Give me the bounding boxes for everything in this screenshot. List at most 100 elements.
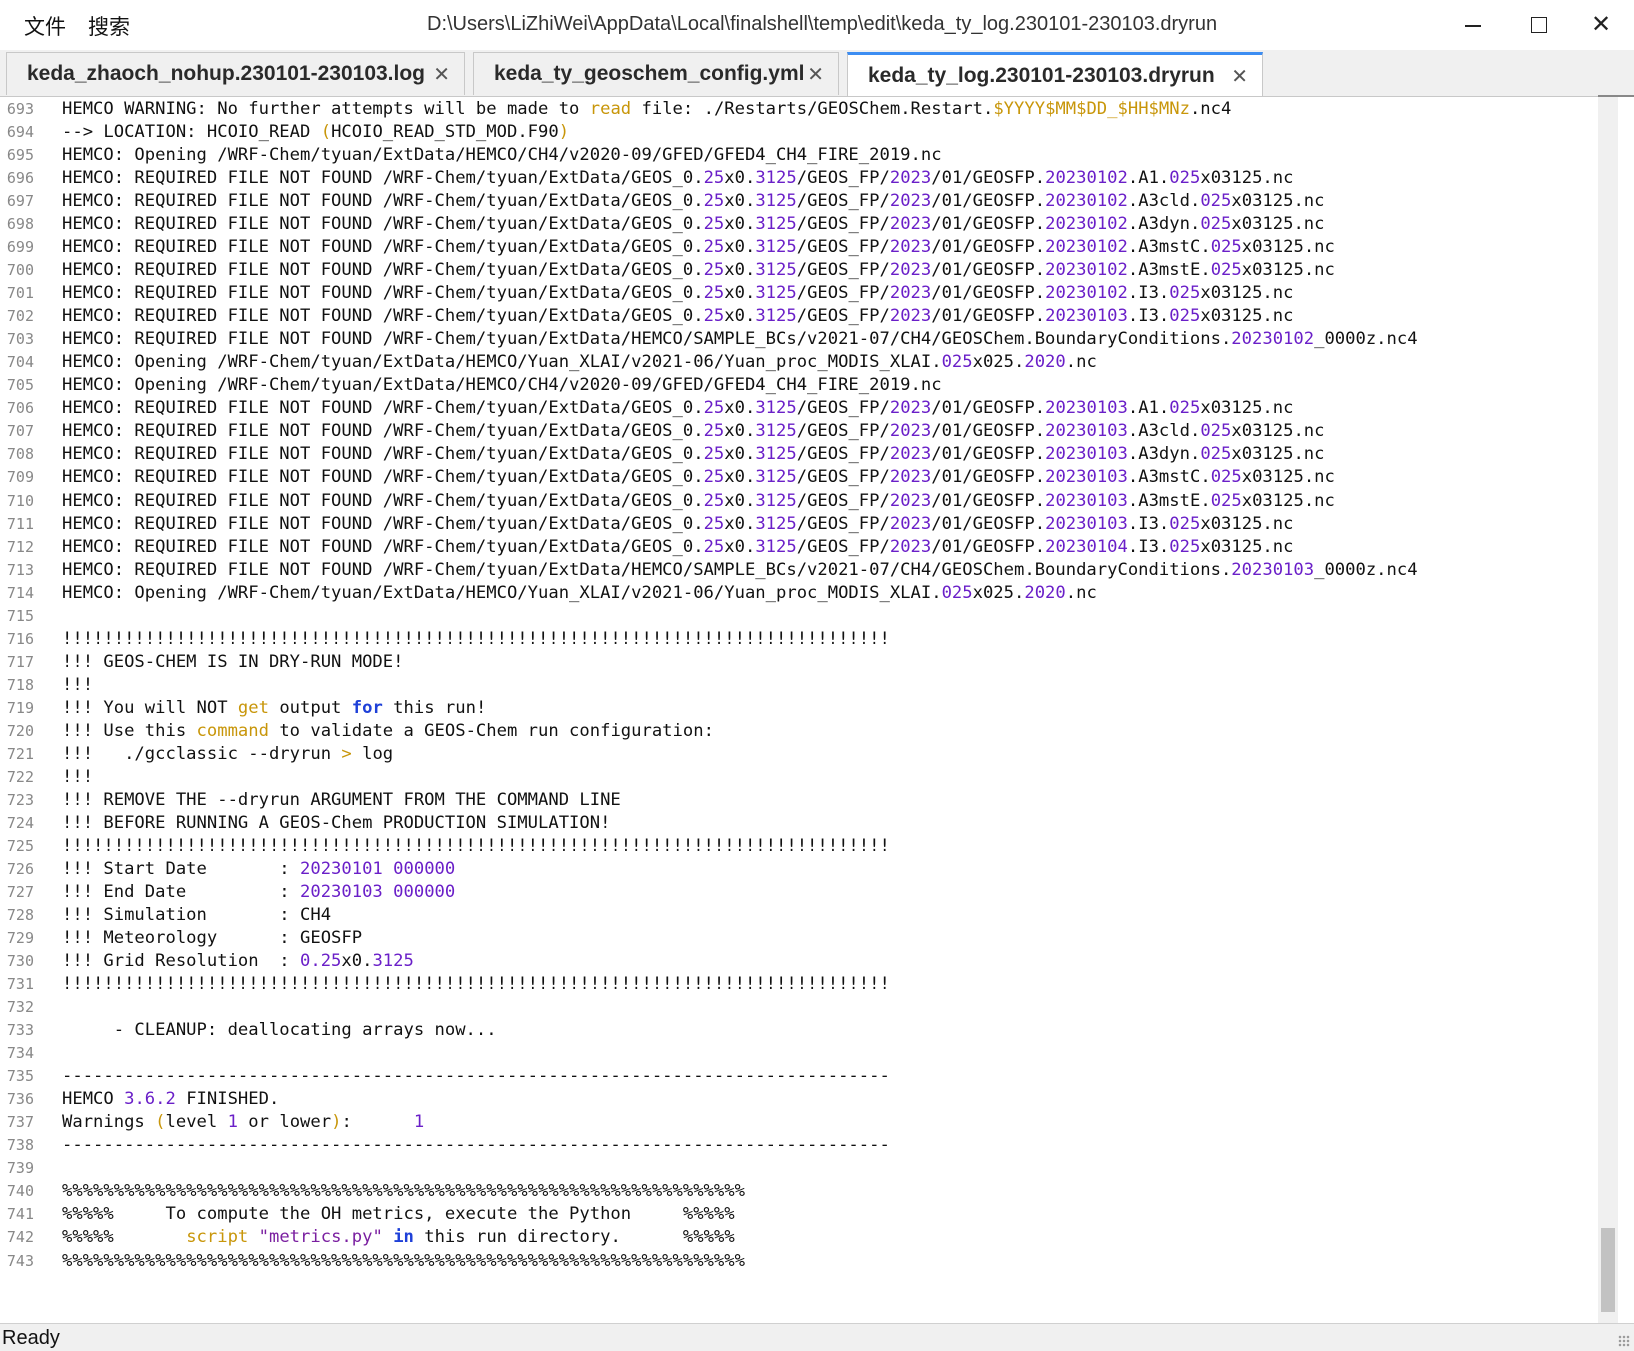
tab-close-icon[interactable]: ✕: [433, 62, 450, 87]
editor-line[interactable]: 718!!!: [0, 673, 1598, 697]
line-text: HEMCO: Opening /WRF-Chem/tyuan/ExtData/H…: [62, 375, 942, 396]
editor-line[interactable]: 711 HEMCO: REQUIRED FILE NOT FOUND /WRF-C…: [0, 512, 1598, 536]
editor-line[interactable]: 734: [0, 1041, 1598, 1065]
line-number: 694: [6, 123, 34, 142]
line-number: 697: [6, 192, 34, 211]
line-text: %%%%%%%%%%%%%%%%%%%%%%%%%%%%%%%%%%%%%%%%…: [62, 1250, 745, 1271]
line-number: 703: [6, 330, 34, 349]
editor-line[interactable]: 693 HEMCO WARNING: No further attempts wi…: [0, 97, 1598, 121]
editor-line[interactable]: 720 !!! Use this command to validate a GE…: [0, 719, 1598, 743]
editor-line[interactable]: 741 %%%%% To compute the OH metrics, exec…: [0, 1202, 1598, 1226]
editor-line[interactable]: 698 HEMCO: REQUIRED FILE NOT FOUND /WRF-C…: [0, 212, 1598, 236]
editor-line[interactable]: 704 HEMCO: Opening /WRF-Chem/tyuan/ExtDat…: [0, 350, 1598, 374]
editor-line[interactable]: 735 -------------------------------------…: [0, 1064, 1598, 1088]
minimize-icon: [1465, 25, 1481, 27]
line-text: HEMCO: REQUIRED FILE NOT FOUND /WRF-Chem…: [62, 398, 1294, 419]
line-text: HEMCO: REQUIRED FILE NOT FOUND /WRF-Chem…: [62, 559, 1418, 580]
editor-line[interactable]: 703 HEMCO: REQUIRED FILE NOT FOUND /WRF-C…: [0, 327, 1598, 351]
editor-line[interactable]: 743%%%%%%%%%%%%%%%%%%%%%%%%%%%%%%%%%%%%%…: [0, 1249, 1598, 1273]
line-text: ----------------------------------------…: [62, 1066, 890, 1087]
minimize-button[interactable]: [1440, 0, 1506, 50]
editor-line[interactable]: 708 HEMCO: REQUIRED FILE NOT FOUND /WRF-C…: [0, 442, 1598, 466]
editor-line[interactable]: 723 !!! REMOVE THE --dryrun ARGUMENT FROM…: [0, 788, 1598, 812]
line-number: 718: [6, 675, 34, 694]
line-text: HEMCO: REQUIRED FILE NOT FOUND /WRF-Chem…: [62, 490, 1335, 511]
editor-line[interactable]: 742 %%%%% script "metrics.py" in this run…: [0, 1225, 1598, 1249]
editor-line[interactable]: 694 --> LOCATION: HCOIO_READ (HCOIO_READ_…: [0, 120, 1598, 144]
editor-line[interactable]: 713 HEMCO: REQUIRED FILE NOT FOUND /WRF-C…: [0, 558, 1598, 582]
line-number: 695: [6, 146, 34, 165]
editor-line[interactable]: 721 !!! ./gcclassic --dryrun > log: [0, 742, 1598, 766]
close-window-button[interactable]: ✕: [1568, 0, 1634, 50]
editor-line[interactable]: 737 Warnings (level 1 or lower): 1: [0, 1110, 1598, 1134]
editor-line[interactable]: 697 HEMCO: REQUIRED FILE NOT FOUND /WRF-C…: [0, 189, 1598, 213]
line-number: 719: [6, 698, 34, 717]
line-number: 696: [6, 169, 34, 188]
editor-line[interactable]: 739: [0, 1156, 1598, 1180]
line-number: 738: [6, 1136, 34, 1155]
editor-line[interactable]: 714 HEMCO: Opening /WRF-Chem/tyuan/ExtDat…: [0, 581, 1598, 605]
editor-line[interactable]: 709 HEMCO: REQUIRED FILE NOT FOUND /WRF-C…: [0, 465, 1598, 489]
editor-line[interactable]: 710 HEMCO: REQUIRED FILE NOT FOUND /WRF-C…: [0, 489, 1598, 513]
editor-line[interactable]: 731!!!!!!!!!!!!!!!!!!!!!!!!!!!!!!!!!!!!!…: [0, 972, 1598, 996]
tab-geoschem-config[interactable]: keda_ty_geoschem_config.yml ✕: [473, 52, 839, 95]
line-text: HEMCO: REQUIRED FILE NOT FOUND /WRF-Chem…: [62, 214, 1325, 235]
tab-nohup-log[interactable]: keda_zhaoch_nohup.230101-230103.log ✕: [6, 52, 465, 95]
tab-close-icon[interactable]: ✕: [807, 62, 824, 87]
editor-line[interactable]: 722!!!: [0, 765, 1598, 789]
line-number: 727: [6, 883, 34, 902]
editor-line[interactable]: 705 HEMCO: Opening /WRF-Chem/tyuan/ExtDat…: [0, 373, 1598, 397]
scrollbar-thumb[interactable]: [1601, 1228, 1615, 1312]
editor-line[interactable]: 712 HEMCO: REQUIRED FILE NOT FOUND /WRF-C…: [0, 535, 1598, 559]
line-text: HEMCO: REQUIRED FILE NOT FOUND /WRF-Chem…: [62, 467, 1335, 488]
editor-line[interactable]: 702 HEMCO: REQUIRED FILE NOT FOUND /WRF-C…: [0, 304, 1598, 328]
editor-line[interactable]: 707 HEMCO: REQUIRED FILE NOT FOUND /WRF-C…: [0, 419, 1598, 443]
editor-line[interactable]: 719 !!! You will NOT get output for this …: [0, 696, 1598, 720]
editor-line[interactable]: 724 !!! BEFORE RUNNING A GEOS-Chem PRODUC…: [0, 811, 1598, 835]
line-text: HEMCO WARNING: No further attempts will …: [62, 99, 1232, 119]
editor-line[interactable]: 715: [0, 604, 1598, 628]
line-number: 713: [6, 560, 34, 579]
vertical-scrollbar[interactable]: [1598, 97, 1618, 1323]
line-number: 709: [6, 468, 34, 487]
editor-line[interactable]: 725!!!!!!!!!!!!!!!!!!!!!!!!!!!!!!!!!!!!!…: [0, 834, 1598, 858]
tab-label: keda_zhaoch_nohup.230101-230103.log: [27, 62, 426, 85]
editor-line[interactable]: 717 !!! GEOS-CHEM IS IN DRY-RUN MODE!: [0, 650, 1598, 674]
line-number: 710: [6, 491, 34, 510]
editor-line[interactable]: 695 HEMCO: Opening /WRF-Chem/tyuan/ExtDat…: [0, 143, 1598, 167]
editor-line[interactable]: 699 HEMCO: REQUIRED FILE NOT FOUND /WRF-C…: [0, 235, 1598, 259]
line-number: 723: [6, 790, 34, 809]
line-number: 708: [6, 445, 34, 464]
line-text: HEMCO: REQUIRED FILE NOT FOUND /WRF-Chem…: [62, 536, 1294, 557]
editor-line[interactable]: 696 HEMCO: REQUIRED FILE NOT FOUND /WRF-C…: [0, 166, 1598, 190]
editor-line[interactable]: 740%%%%%%%%%%%%%%%%%%%%%%%%%%%%%%%%%%%%%…: [0, 1179, 1598, 1203]
resize-grip-icon[interactable]: [1618, 1335, 1630, 1347]
line-text: !!!!!!!!!!!!!!!!!!!!!!!!!!!!!!!!!!!!!!!!…: [62, 974, 890, 995]
editor-line[interactable]: 736 HEMCO 3.6.2 FINISHED.: [0, 1087, 1598, 1111]
editor-line[interactable]: 729 !!! Meteorology : GEOSFP: [0, 926, 1598, 950]
tab-label: keda_ty_log.230101-230103.dryrun: [868, 64, 1215, 87]
tab-close-icon[interactable]: ✕: [1231, 64, 1248, 89]
editor-line[interactable]: 716!!!!!!!!!!!!!!!!!!!!!!!!!!!!!!!!!!!!!…: [0, 627, 1598, 651]
line-text: HEMCO: Opening /WRF-Chem/tyuan/ExtData/H…: [62, 145, 942, 166]
editor-line[interactable]: 728 !!! Simulation : CH4: [0, 903, 1598, 927]
editor-line[interactable]: 732: [0, 995, 1598, 1019]
menu-file[interactable]: 文件: [24, 11, 66, 41]
tab-dryrun-log[interactable]: keda_ty_log.230101-230103.dryrun ✕: [847, 52, 1263, 97]
maximize-button[interactable]: [1506, 0, 1572, 50]
tab-label: keda_ty_geoschem_config.yml: [494, 62, 805, 85]
line-number: 725: [6, 836, 34, 855]
line-number: 693: [6, 100, 34, 118]
editor-line[interactable]: 733 - CLEANUP: deallocating arrays now..…: [0, 1018, 1598, 1042]
line-number: 722: [6, 767, 34, 786]
editor-line[interactable]: 701 HEMCO: REQUIRED FILE NOT FOUND /WRF-C…: [0, 281, 1598, 305]
editor-line[interactable]: 726 !!! Start Date : 20230101 000000: [0, 857, 1598, 881]
editor-line[interactable]: 706 HEMCO: REQUIRED FILE NOT FOUND /WRF-C…: [0, 396, 1598, 420]
editor-line[interactable]: 730 !!! Grid Resolution : 0.25x0.3125: [0, 949, 1598, 973]
text-editor[interactable]: 693 HEMCO WARNING: No further attempts wi…: [0, 97, 1598, 1323]
menu-search[interactable]: 搜索: [88, 11, 130, 41]
line-number: 732: [6, 998, 34, 1017]
editor-line[interactable]: 700 HEMCO: REQUIRED FILE NOT FOUND /WRF-C…: [0, 258, 1598, 282]
editor-line[interactable]: 727 !!! End Date : 20230103 000000: [0, 880, 1598, 904]
editor-line[interactable]: 738 -------------------------------------…: [0, 1133, 1598, 1157]
